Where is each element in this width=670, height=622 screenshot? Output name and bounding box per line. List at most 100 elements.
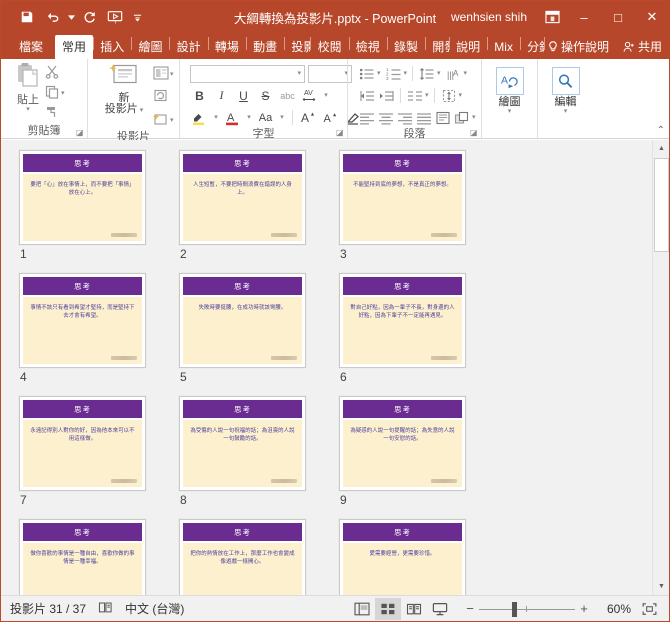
tab-transitions[interactable]: 轉場 — [208, 35, 246, 59]
slide-thumbnail[interactable]: 思考 人生短暫，不要把時間浪費在錯誤的人身上。 — [179, 150, 306, 245]
tab-file[interactable]: 檔案 — [7, 35, 55, 59]
tab-tell-me[interactable]: 操作說明 — [544, 35, 616, 59]
tab-draw[interactable]: 繪圖 — [131, 35, 169, 59]
copy-button[interactable]: ▾ — [45, 85, 65, 102]
zoom-control[interactable]: − + 60% — [461, 598, 631, 620]
change-case-button[interactable]: Aa — [256, 108, 275, 127]
slide-thumbnail[interactable]: 思考 要把「心」放在事情上，而不要把「事情」放在心上。 — [19, 150, 146, 245]
font-name-input[interactable]: ▾ — [190, 64, 305, 83]
fit-to-window-icon[interactable] — [637, 598, 661, 620]
editing-dropdown-icon[interactable]: ▾ — [564, 108, 568, 115]
paste-dropdown-icon[interactable]: ▾ — [26, 106, 30, 113]
save-icon[interactable] — [15, 5, 39, 29]
undo-dropdown-icon[interactable] — [67, 5, 75, 29]
vertical-scrollbar[interactable]: ▲ ▼ — [652, 140, 669, 595]
align-center-button[interactable] — [377, 109, 395, 127]
numbering-button[interactable]: 123 — [385, 65, 403, 83]
zoom-slider-handle[interactable] — [512, 601, 517, 617]
tab-recording[interactable]: 錄製 — [387, 35, 425, 59]
increase-font-size-button[interactable]: A — [299, 108, 318, 127]
language-indicator[interactable]: 中文 (台灣) — [125, 600, 184, 617]
align-text-button[interactable] — [440, 87, 458, 105]
collapse-ribbon-button[interactable]: ⌃ — [657, 125, 665, 136]
tab-review[interactable]: 校閱 — [311, 35, 349, 59]
highlight-dropdown-icon[interactable]: ▾ — [214, 114, 218, 121]
convert-smartart-button[interactable] — [434, 109, 452, 127]
close-button[interactable]: ✕ — [635, 1, 669, 33]
ribbon-display-options-icon[interactable] — [537, 10, 567, 24]
slide-thumbnail[interactable]: 思考 對自己好點，因為一輩子不長，對身邊的人好點，因為下輩子不一定能再遇見。 — [339, 273, 466, 368]
font-name-dropdown-icon[interactable]: ▾ — [297, 70, 301, 77]
font-size-input[interactable]: ▾ — [308, 64, 352, 83]
slide-thumbnail[interactable]: 思考 愛需要經營，更需要珍惜。 — [339, 519, 466, 595]
cut-button[interactable] — [45, 65, 65, 82]
layout-dropdown-icon[interactable]: ▾ — [170, 71, 174, 78]
underline-button[interactable]: U — [234, 86, 253, 105]
font-color-dropdown-icon[interactable]: ▾ — [247, 114, 251, 121]
decrease-font-size-button[interactable]: A — [321, 108, 340, 127]
slide-thumbnail[interactable]: 思考 永遠記得別人對你的好，因為他本來可以不用這樣做。 — [19, 396, 146, 491]
slide-thumbnail[interactable]: 思考 失敗時要挺腰，在成功時就該彎腰。 — [179, 273, 306, 368]
arrange-shapes-button[interactable] — [453, 109, 471, 127]
font-color-button[interactable]: A — [223, 108, 242, 127]
arrange-dropdown-icon[interactable]: ▾ — [472, 114, 476, 121]
slide-thumbnail[interactable]: 思考 不能堅持到底的夢想，不是真正的夢想。 — [339, 150, 466, 245]
maximize-button[interactable]: □ — [601, 1, 635, 33]
slide-thumbnail[interactable]: 思考 為受傷的人說一句祝福的話；為沮喪的人說一句鼓勵的話。 — [179, 396, 306, 491]
tab-storyboard[interactable]: 分鏡腳本 — [520, 35, 544, 59]
scrollbar-thumb[interactable] — [654, 158, 669, 252]
slide-thumbnail[interactable]: 思考 事情不該只有看到希望才堅持，而是堅持下去才會有希望。 — [19, 273, 146, 368]
start-slideshow-icon[interactable] — [103, 5, 127, 29]
scroll-up-arrow-icon[interactable]: ▲ — [653, 140, 669, 157]
new-slide-dropdown-icon[interactable]: ▾ — [138, 107, 144, 114]
drawing-dropdown-icon[interactable]: ▾ — [508, 108, 512, 115]
redo-icon[interactable] — [77, 5, 101, 29]
scroll-down-arrow-icon[interactable]: ▼ — [653, 578, 669, 595]
tab-home[interactable]: 常用 — [55, 35, 94, 59]
format-painter-button[interactable] — [45, 105, 65, 122]
section-button[interactable]: ▾ — [152, 111, 174, 130]
user-account-name[interactable]: wenhsien shih — [441, 10, 537, 24]
editing-button[interactable]: 編輯 ▾ — [548, 65, 583, 115]
tab-view[interactable]: 檢視 — [349, 35, 387, 59]
section-dropdown-icon[interactable]: ▾ — [170, 117, 174, 124]
italic-button[interactable]: I — [212, 86, 231, 105]
bullets-dropdown-icon[interactable]: ▾ — [377, 70, 381, 77]
drawing-button[interactable]: A 繪圖 ▾ — [492, 65, 527, 115]
zoom-slider[interactable] — [479, 598, 575, 620]
increase-indent-button[interactable] — [377, 87, 395, 105]
paragraph-dialog-launcher[interactable]: ◪ — [470, 128, 479, 137]
text-direction-button[interactable]: ||| A — [445, 65, 463, 83]
zoom-in-button[interactable]: + — [575, 601, 593, 616]
line-spacing-dropdown-icon[interactable]: ▾ — [437, 70, 441, 77]
character-spacing-button[interactable]: AV — [300, 86, 319, 105]
undo-icon[interactable] — [41, 5, 65, 29]
tab-design[interactable]: 設計 — [170, 35, 208, 59]
tab-animations[interactable]: 動畫 — [246, 35, 284, 59]
tab-insert[interactable]: 插入 — [93, 35, 131, 59]
reset-button[interactable] — [153, 88, 174, 107]
customize-qat-icon[interactable] — [129, 5, 145, 29]
zoom-out-button[interactable]: − — [461, 601, 479, 616]
reading-view-button[interactable] — [401, 598, 427, 620]
slide-grid-container[interactable]: 思考 要把「心」放在事情上，而不要把「事情」放在心上。 1 思考 人生短暫，不要把時間浪… — [1, 140, 652, 595]
normal-view-button[interactable] — [349, 598, 375, 620]
align-right-button[interactable] — [396, 109, 414, 127]
slide-thumbnail[interactable]: 思考 為疑惑的人說一句提醒的話；為失意的人說一句安慰的話。 — [339, 396, 466, 491]
tab-developer[interactable]: 開發人員 — [425, 35, 449, 59]
columns-dropdown-icon[interactable]: ▾ — [425, 92, 429, 99]
slide-sorter-view-button[interactable] — [375, 597, 401, 620]
notes-icon[interactable] — [98, 601, 113, 617]
clipboard-dialog-launcher[interactable]: ◪ — [76, 128, 85, 137]
tab-share[interactable]: 共用 — [616, 35, 669, 59]
character-spacing-dropdown-icon[interactable]: ▾ — [324, 92, 328, 99]
align-text-dropdown-icon[interactable]: ▾ — [459, 92, 463, 99]
justify-button[interactable] — [415, 109, 433, 127]
line-spacing-button[interactable] — [418, 65, 436, 83]
minimize-button[interactable]: – — [567, 1, 601, 33]
slide-show-button[interactable] — [427, 598, 453, 620]
slide-thumbnail[interactable]: 思考 把你的熱情放在工作上，那麼工作也會變成像遊戲一樣開心。 — [179, 519, 306, 595]
copy-dropdown-icon[interactable]: ▾ — [61, 90, 65, 97]
slide-thumbnail[interactable]: 思考 做你喜歡的事情是一種自由，喜歡你做的事情是一種幸福。 — [19, 519, 146, 595]
layout-button[interactable]: ▾ — [153, 65, 174, 84]
